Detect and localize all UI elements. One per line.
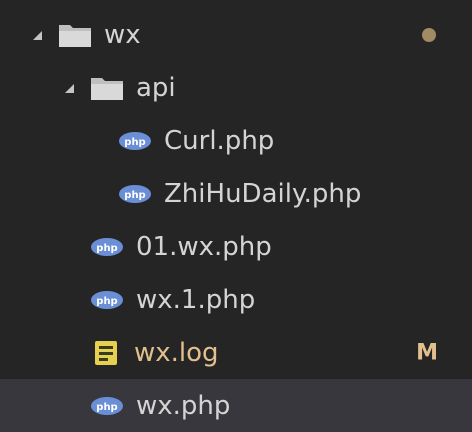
tree-item-label: Curl.php	[164, 125, 275, 156]
php-file-icon: php	[118, 131, 152, 151]
log-file-icon	[94, 340, 118, 366]
tree-item-zhihudaily-php[interactable]: php ZhiHuDaily.php	[0, 167, 472, 220]
tree-item-api-folder[interactable]: api	[0, 61, 472, 114]
folder-open-icon	[58, 22, 92, 48]
php-file-icon: php	[118, 184, 152, 204]
svg-text:php: php	[96, 402, 117, 413]
tree-item-wx-php[interactable]: php wx.php	[0, 379, 472, 432]
tree-item-01-wx-php[interactable]: php 01.wx.php	[0, 220, 472, 273]
chevron-expanded-icon[interactable]	[58, 77, 80, 99]
tree-item-label: api	[136, 72, 176, 103]
svg-text:php: php	[96, 296, 117, 307]
tree-item-curl-php[interactable]: php Curl.php	[0, 114, 472, 167]
tree-item-wx-1-php[interactable]: php wx.1.php	[0, 273, 472, 326]
tree-item-label: wx.1.php	[136, 284, 256, 315]
svg-text:php: php	[124, 190, 145, 201]
file-explorer-tree: wx api php Curl.php php ZhiHuDaily.php p…	[0, 0, 472, 432]
php-file-icon: php	[90, 396, 124, 416]
tree-item-label: wx.log	[134, 337, 219, 368]
tree-item-wx-log[interactable]: wx.log M	[0, 326, 472, 379]
tree-item-label: wx.php	[136, 390, 231, 421]
tree-item-label: wx	[104, 19, 141, 50]
unsaved-dot-badge	[422, 27, 436, 42]
tree-item-wx-folder[interactable]: wx	[0, 8, 472, 61]
folder-open-icon	[90, 75, 124, 101]
tree-item-label: ZhiHuDaily.php	[164, 178, 362, 209]
modified-status-badge: M	[416, 340, 438, 365]
php-file-icon: php	[90, 237, 124, 257]
chevron-expanded-icon[interactable]	[26, 24, 48, 46]
svg-text:php: php	[124, 137, 145, 148]
tree-item-label: 01.wx.php	[136, 231, 272, 262]
svg-text:php: php	[96, 243, 117, 254]
php-file-icon: php	[90, 290, 124, 310]
